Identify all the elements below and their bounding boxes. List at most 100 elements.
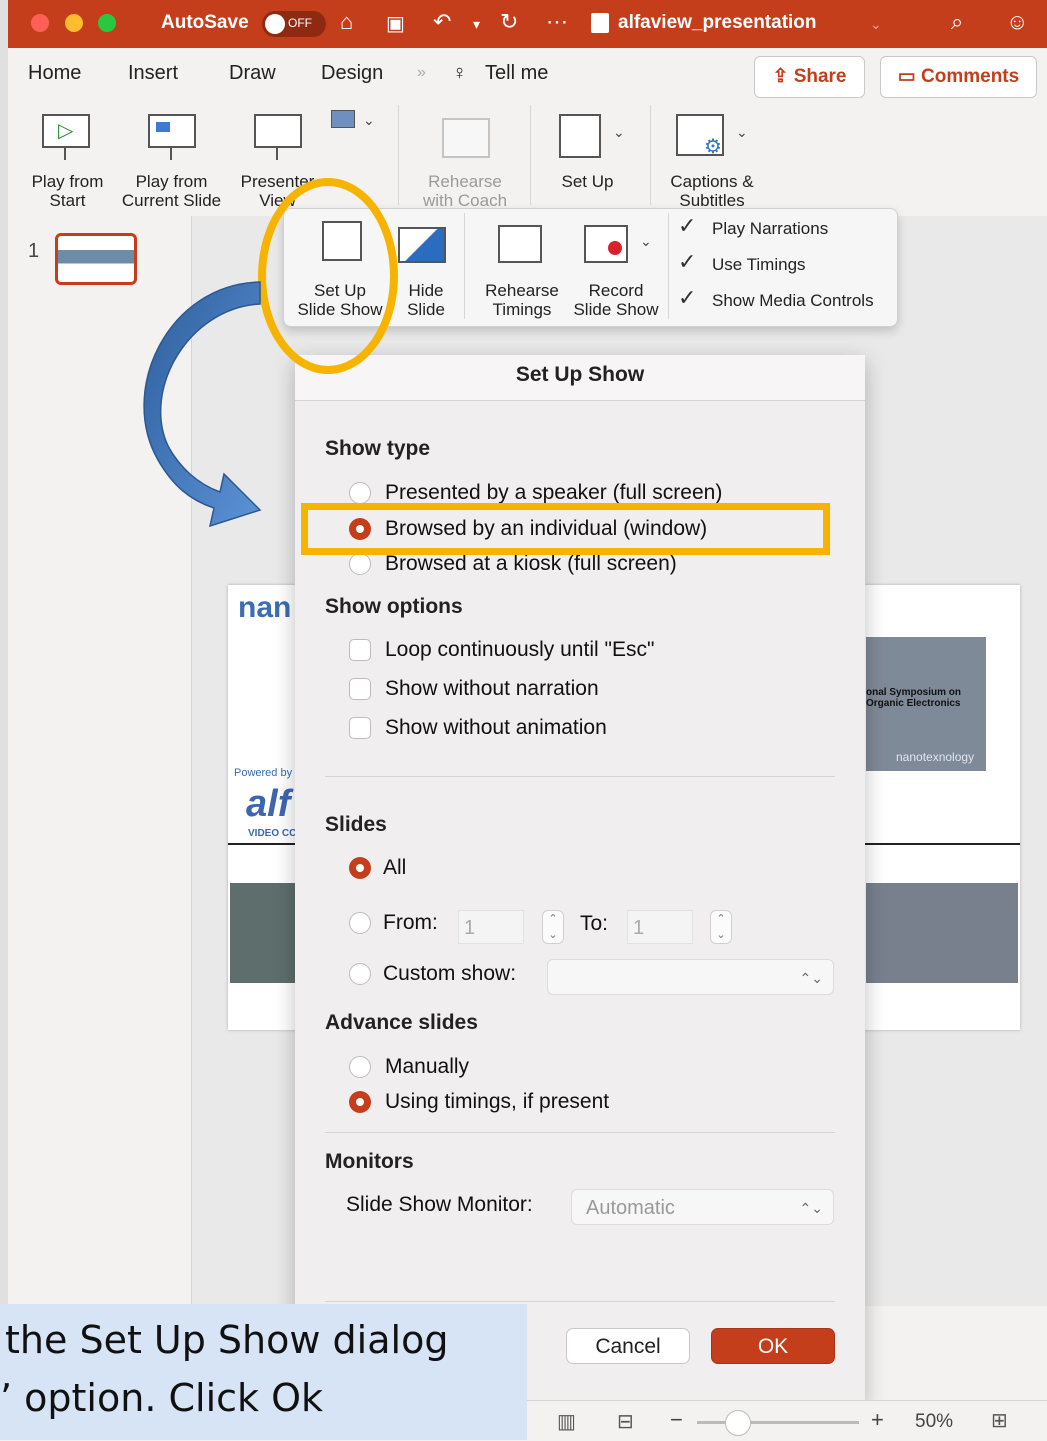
play-slideshow-icon: ▷ [42, 114, 90, 148]
comments-button[interactable]: ▭ Comments [880, 56, 1037, 98]
dialog-header: Set Up Show [295, 355, 865, 401]
reading-view-icon[interactable]: ▥ [557, 1409, 576, 1434]
chevron-down-icon: ⌄ [640, 233, 652, 249]
radio-button [349, 553, 371, 575]
cancel-button[interactable]: Cancel [566, 1328, 690, 1364]
home-icon[interactable]: ⌂ [340, 9, 353, 35]
fit-to-window-icon[interactable]: ⊞ [991, 1408, 1008, 1433]
slide-thumbnail[interactable] [55, 233, 137, 285]
slides-to-stepper[interactable]: ⌃ ⌄ [710, 910, 732, 944]
show-without-narration-checkbox[interactable]: Show without narration [349, 676, 819, 704]
undo-icon[interactable]: ↶ [433, 9, 451, 35]
custom-show-dropdown[interactable]: ⌄ [329, 110, 379, 140]
feedback-smiley-icon[interactable]: ☺ [1006, 9, 1028, 35]
slide-show-view-icon[interactable]: ⊟ [617, 1409, 634, 1434]
tab-draw[interactable]: Draw [229, 62, 276, 85]
share-icon: ⇪ [772, 66, 794, 87]
slides-to-label: To: [580, 912, 609, 935]
zoom-out-icon[interactable]: − [670, 1407, 683, 1433]
title-bar: AutoSave OFF ⌂ ▣ ↶ ▾ ↻ ⋯ alfaview_presen… [8, 0, 1047, 48]
custom-show-select[interactable]: ⌃⌄ [547, 959, 834, 995]
share-button[interactable]: ⇪ Share [754, 56, 865, 98]
more-tabs-icon[interactable]: » [417, 64, 426, 82]
title-chevron-icon[interactable]: ⌄ [870, 16, 882, 33]
slide-image-right-bottom [866, 883, 1018, 983]
checkbox [349, 639, 371, 661]
play-from-start-button[interactable]: ▷ Play from Start [20, 110, 115, 210]
dialog-title: Set Up Show [515, 363, 645, 386]
zoom-in-icon[interactable]: + [871, 1407, 884, 1433]
presenter-view-icon [254, 114, 302, 148]
radio-button [349, 482, 371, 504]
section-divider [325, 1301, 835, 1302]
slides-from-radio[interactable]: From: [349, 911, 449, 939]
autosave-toggle[interactable]: OFF [262, 11, 326, 37]
minimize-window-button[interactable] [65, 14, 83, 32]
comments-label: Comments [921, 66, 1020, 87]
captions-subtitles-button[interactable]: ⚙ ⌄ Captions & Subtitles [660, 110, 770, 210]
icon-stand [170, 146, 172, 160]
use-timings-check[interactable]: ✓ Use Timings [678, 249, 888, 279]
updown-chevron-icon: ⌃⌄ [799, 970, 823, 986]
zoom-slider-track[interactable] [697, 1421, 859, 1424]
zoom-window-button[interactable] [98, 14, 116, 32]
hide-slide-icon [398, 227, 446, 263]
slides-to-input[interactable]: 1 [627, 910, 693, 944]
advance-manually-label: Manually [385, 1055, 470, 1078]
using-timings-radio[interactable]: Using timings, if present [349, 1090, 749, 1118]
show-media-controls-check[interactable]: ✓ Show Media Controls [678, 285, 888, 315]
rehearse-with-coach-button: Rehearse with Coach [410, 110, 520, 210]
set-up-dropdown-button[interactable]: ⌄ Set Up [545, 110, 640, 210]
record-slide-show-button[interactable]: ⌄ Record Slide Show [568, 215, 664, 320]
checkbox [349, 678, 371, 700]
slides-all-radio[interactable]: All [349, 855, 469, 883]
show-without-animation-label: Show without animation [385, 716, 607, 739]
checkbox [349, 717, 371, 739]
zoom-level[interactable]: 50% [915, 1411, 953, 1433]
radio-button [349, 1056, 371, 1078]
radio-button-selected [349, 857, 371, 879]
tab-home[interactable]: Home [28, 62, 81, 85]
hide-slide-button[interactable]: Hide Slide [396, 215, 458, 320]
redo-icon[interactable]: ↻ [500, 9, 518, 35]
ribbon-divider [530, 105, 531, 205]
curved-arrow [143, 281, 262, 528]
icon-stand [276, 146, 278, 160]
ok-button[interactable]: OK [711, 1328, 835, 1364]
document-title[interactable]: alfaview_presentation [618, 12, 817, 34]
highlight-ellipse [258, 178, 398, 374]
advance-slides-heading: Advance slides [325, 1011, 478, 1034]
checkmark-icon: ✓ [678, 249, 697, 274]
search-icon[interactable]: ⌕ [951, 9, 963, 35]
slides-from-stepper[interactable]: ⌃ ⌄ [542, 910, 564, 944]
slide-show-monitor-select[interactable]: Automatic ⌃⌄ [571, 1189, 834, 1225]
comment-icon: ▭ [897, 66, 922, 87]
caption-line-1: the Set Up Show dialog [5, 1318, 449, 1362]
checkmark-icon: ✓ [678, 285, 697, 310]
rehearse-timings-button[interactable]: Rehearse Timings [474, 215, 570, 320]
rehearse-with-coach-label: Rehearse with Coach [422, 172, 508, 210]
tab-design[interactable]: Design [321, 62, 383, 85]
slides-from-input[interactable]: 1 [458, 910, 524, 944]
symposium-text: onal Symposium on Organic Electronics [866, 687, 962, 709]
radio-button [349, 912, 371, 934]
tab-insert[interactable]: Insert [128, 62, 178, 85]
browsed-at-kiosk-radio[interactable]: Browsed at a kiosk (full screen) [349, 551, 819, 579]
undo-dropdown-icon[interactable]: ▾ [473, 16, 480, 33]
close-window-button[interactable] [31, 14, 49, 32]
play-narrations-check[interactable]: ✓ Play Narrations [678, 213, 888, 243]
advance-manually-radio[interactable]: Manually [349, 1055, 649, 1083]
save-icon[interactable]: ▣ [386, 11, 405, 36]
chevron-down-icon: ⌄ [613, 124, 625, 140]
custom-show-radio[interactable]: Custom show: [349, 962, 549, 990]
hide-slide-label: Hide Slide [407, 281, 445, 319]
nano-logo: nan [238, 591, 292, 624]
play-from-current-slide-button[interactable]: Play from Current Slide [114, 110, 229, 210]
play-from-start-label: Play from Start [31, 172, 104, 210]
show-without-animation-checkbox[interactable]: Show without animation [349, 715, 819, 743]
video-conf-text: VIDEO CC [248, 828, 297, 839]
more-icon[interactable]: ⋯ [546, 9, 568, 35]
loop-continuously-checkbox[interactable]: Loop continuously until "Esc" [349, 637, 819, 665]
tell-me-field[interactable]: Tell me [485, 62, 548, 85]
zoom-slider-knob[interactable] [725, 1410, 751, 1436]
